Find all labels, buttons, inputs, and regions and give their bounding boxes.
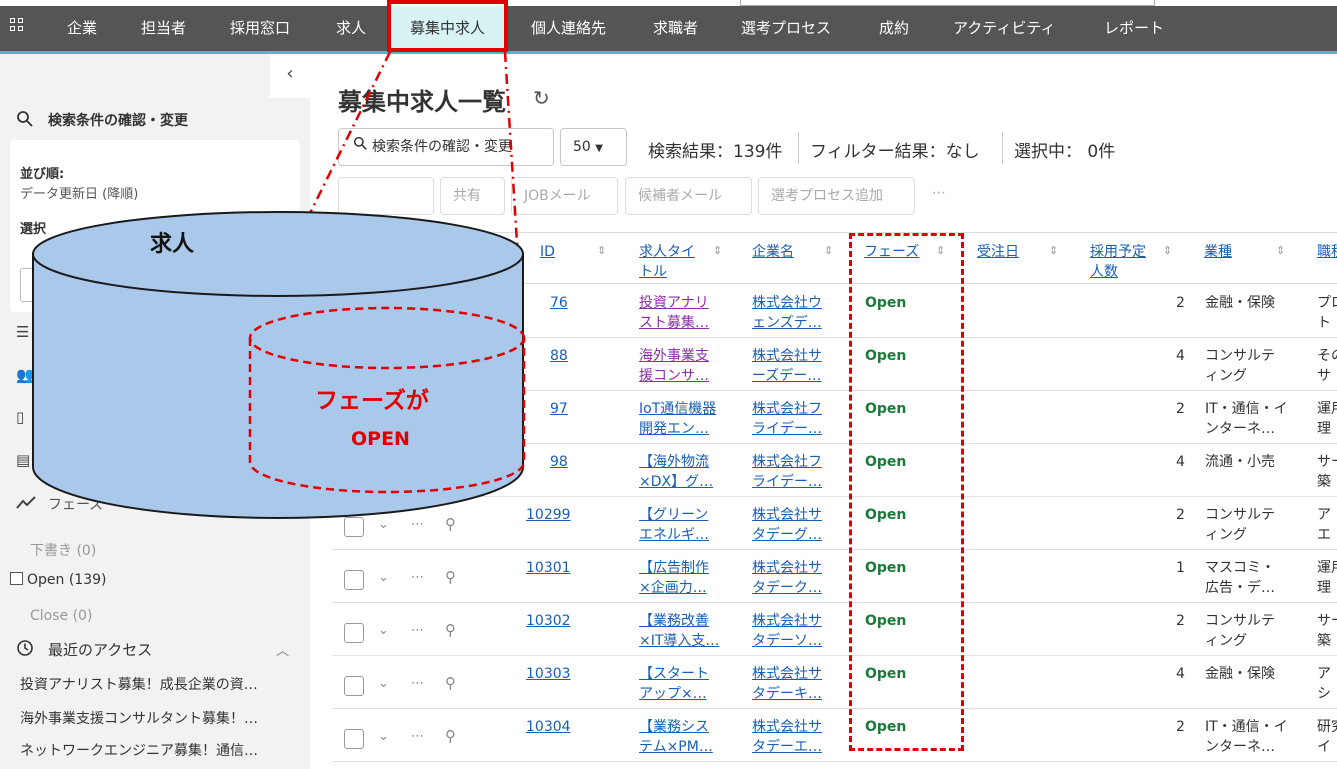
annotation-overlay [32, 51, 526, 519]
subset-label-line1: フェーズが [315, 388, 429, 414]
phase-column-highlight [849, 233, 964, 751]
db-cylinder-top [32, 211, 524, 297]
subset-label-line2: OPEN [351, 428, 410, 450]
db-label: 求人 [150, 232, 195, 257]
